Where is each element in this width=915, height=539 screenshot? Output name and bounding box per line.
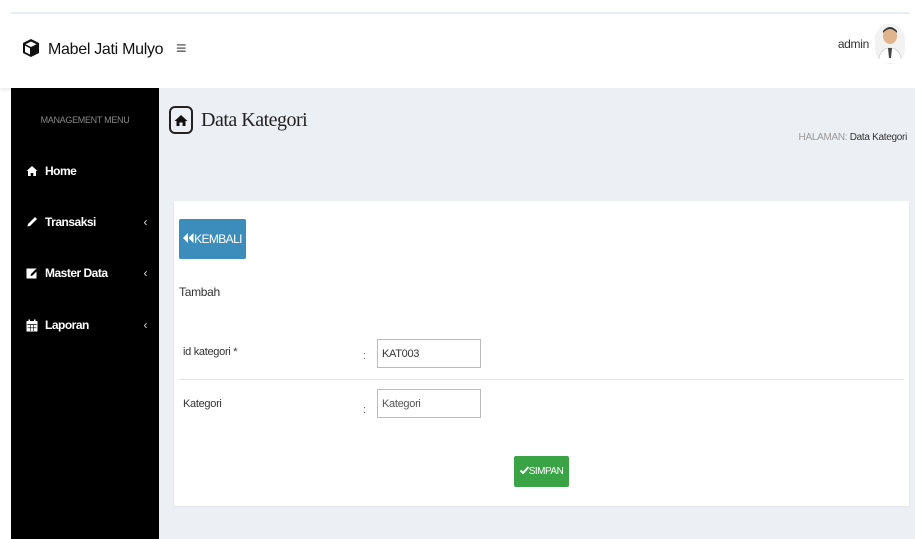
home-icon [25,164,39,178]
top-navbar: Mabel Jati Mulyo ≡ admin [0,14,915,88]
check-icon [519,466,529,477]
pencil-icon [25,215,39,229]
menu-title: MANAGEMENT MENU [40,115,130,125]
field-label-id-kategori: id kategori * [183,346,238,358]
chevron-left-icon: ‹ [143,318,148,332]
sidebar-item-label: Transaksi [45,215,96,229]
back-button[interactable]: KEMBALI [179,219,246,259]
back-button-label: KEMBALI [194,232,242,246]
sidebar-item-label: Master Data [45,266,108,280]
chevron-left-icon: ‹ [143,266,148,280]
brand[interactable]: Mabel Jati Mulyo [22,38,164,61]
sidebar-item-home[interactable]: Home [25,164,147,178]
sidebar: MANAGEMENT MENU Home Transaksi ‹ Master … [11,88,159,539]
double-chevron-left-icon [183,232,194,246]
hamburger-icon[interactable]: ≡ [176,38,187,59]
field-separator: : [363,404,367,416]
cube-icon [22,38,40,61]
edit-icon [25,266,39,280]
row-divider [179,379,904,380]
chevron-left-icon: ‹ [143,215,148,229]
sidebar-item-master-data[interactable]: Master Data ‹ [25,266,147,280]
field-separator: : [363,350,367,362]
user-menu[interactable]: admin [838,24,905,64]
kategori-input[interactable] [377,389,481,418]
calendar-icon [25,318,39,332]
main-content: Data Kategori HALAMAN: Data Kategori KEM… [159,88,915,539]
form-panel: KEMBALI Tambah id kategori * : Kategori … [174,201,909,506]
save-button-label: SIMPAN [528,466,564,477]
breadcrumb-label: HALAMAN: [798,132,848,143]
sidebar-item-label: Laporan [45,318,89,332]
field-label-kategori: Kategori [183,398,222,410]
breadcrumb: HALAMAN: Data Kategori [798,132,908,143]
save-button[interactable]: SIMPAN [514,456,569,487]
brand-name: Mabel Jati Mulyo [48,40,164,58]
sidebar-item-laporan[interactable]: Laporan ‹ [25,318,147,332]
sidebar-item-label: Home [45,164,77,178]
page-header: Data Kategori [169,106,308,134]
home-icon [169,106,193,134]
sidebar-item-transaksi[interactable]: Transaksi ‹ [25,215,147,229]
avatar [875,24,905,64]
id-kategori-input[interactable] [377,339,481,368]
page-title: Data Kategori [201,108,308,131]
user-name: admin [837,37,869,51]
form-subtitle: Tambah [179,285,220,299]
breadcrumb-current[interactable]: Data Kategori [850,132,908,143]
